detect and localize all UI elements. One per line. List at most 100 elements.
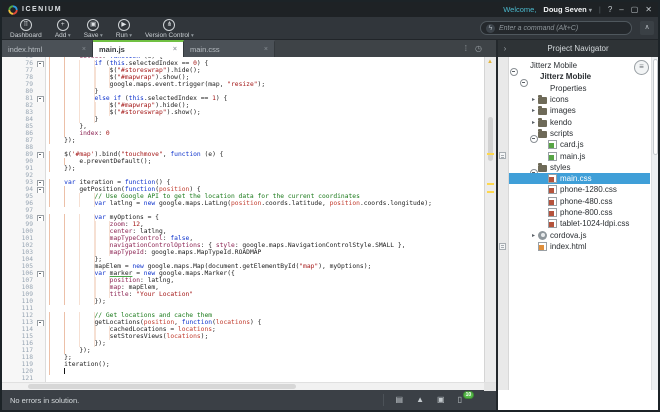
- code-line-96[interactable]: 96 var latlng = new google.maps.LatLng(p…: [2, 200, 496, 207]
- fold-marker[interactable]: [36, 60, 46, 67]
- code-line-116[interactable]: 116 });: [2, 340, 496, 347]
- code-line-115[interactable]: 115 setStoresViews(locations);: [2, 333, 496, 340]
- code-line-98[interactable]: 98 var myOptions = {: [2, 214, 496, 221]
- code-line-117[interactable]: 117 });: [2, 347, 496, 354]
- user-menu[interactable]: Doug Seven ▾: [543, 5, 591, 14]
- tree-item-phone-480.css[interactable]: phone-480.css: [509, 196, 650, 207]
- code-line-92[interactable]: 92: [2, 172, 496, 179]
- code-line-118[interactable]: 118 };: [2, 354, 496, 361]
- command-input[interactable]: ϟ Enter a command (Alt+C): [480, 21, 632, 35]
- tree-item-jitterz-mobile[interactable]: Jitterz Mobile: [509, 71, 650, 82]
- help-button[interactable]: ?: [608, 6, 612, 14]
- tree-item-properties[interactable]: Properties: [509, 83, 650, 94]
- code-line-87[interactable]: 87 });: [2, 137, 496, 144]
- device-icon[interactable]: ▯10: [458, 395, 462, 405]
- fold-marker[interactable]: [36, 186, 46, 193]
- tree-item-phone-800.css[interactable]: phone-800.css: [509, 207, 650, 218]
- code-line-104[interactable]: 104 };: [2, 256, 496, 263]
- code-line-88[interactable]: 88: [2, 144, 496, 151]
- code-line-113[interactable]: 113 getLocations(position, function(loca…: [2, 319, 496, 326]
- annotation-strip[interactable]: ▲: [484, 57, 496, 382]
- code-line-76[interactable]: 76 if (this.selectedIndex == 0) {: [2, 60, 496, 67]
- code-line-91[interactable]: 91 });: [2, 165, 496, 172]
- code-line-83[interactable]: 83 $("#storeswrap").show();: [2, 109, 496, 116]
- save-button[interactable]: ▣Save ▾: [84, 19, 103, 39]
- code-line-89[interactable]: 89 $('#map').bind("touchmove", function …: [2, 151, 496, 158]
- code-line-105[interactable]: 105 mapElem = new google.maps.Map(docume…: [2, 263, 496, 270]
- code-line-111[interactable]: 111: [2, 305, 496, 312]
- code-line-106[interactable]: 106 var marker = new google.maps.Marker(…: [2, 270, 496, 277]
- expand-node-icon[interactable]: ▸: [529, 96, 538, 103]
- tab-options-icon[interactable]: ⁞: [465, 44, 467, 53]
- code-line-103[interactable]: 103 mapTypeId: google.maps.MapTypeId.ROA…: [2, 249, 496, 256]
- tree-item-card.js[interactable]: card.js: [509, 139, 650, 150]
- code-editor[interactable]: 75 select: function (e) {76 if (this.sel…: [2, 57, 496, 382]
- code-line-97[interactable]: 97: [2, 207, 496, 214]
- build-icon[interactable]: ▣: [437, 395, 445, 405]
- tree-item-kendo[interactable]: ▸kendo: [509, 116, 650, 127]
- file-icon[interactable]: ▤: [396, 395, 404, 405]
- code-line-90[interactable]: 90 e.preventDefault();: [2, 158, 496, 165]
- code-line-112[interactable]: 112 // Get locations and cache them: [2, 312, 496, 319]
- panel-menu-button[interactable]: ≡: [634, 60, 649, 75]
- close-button[interactable]: ✕: [645, 6, 652, 14]
- tree-item-main.js[interactable]: main.js: [509, 150, 650, 161]
- tree-item-main.css[interactable]: main.css: [509, 173, 650, 184]
- fold-marker[interactable]: [36, 214, 46, 221]
- code-line-121[interactable]: 121: [2, 375, 496, 382]
- code-line-93[interactable]: 93 var iteration = function() {: [2, 179, 496, 186]
- panel-scrollbar[interactable]: [651, 57, 658, 390]
- history-icon[interactable]: ◷: [475, 44, 482, 53]
- run-button[interactable]: ▶Run ▾: [116, 19, 132, 39]
- horizontal-scrollbar-thumb[interactable]: [28, 384, 296, 389]
- code-line-100[interactable]: 100 center: latlng,: [2, 228, 496, 235]
- warning-icon[interactable]: ▲: [416, 395, 424, 405]
- tree-item-tablet-1024-ldpi.css[interactable]: tablet-1024-ldpi.css: [509, 218, 650, 229]
- code-line-95[interactable]: 95 // Use Google API to get the location…: [2, 193, 496, 200]
- code-line-81[interactable]: 81 else if (this.selectedIndex == 1) {: [2, 95, 496, 102]
- panel-scrollbar-thumb[interactable]: [653, 59, 658, 155]
- code-line-80[interactable]: 80 }: [2, 88, 496, 95]
- code-line-84[interactable]: 84 }: [2, 116, 496, 123]
- version-control-button[interactable]: ⋔Version Control ▾: [145, 19, 194, 39]
- tree-item-styles[interactable]: styles: [509, 162, 650, 173]
- code-line-109[interactable]: 109 title: "Your Location": [2, 291, 496, 298]
- fold-marker[interactable]: [36, 179, 46, 186]
- expand-node-icon[interactable]: ▸: [529, 232, 538, 239]
- tree-item-cordova.js[interactable]: ▸cordova.js: [509, 229, 650, 240]
- code-line-79[interactable]: 79 google.maps.event.trigger(map, "resiz…: [2, 81, 496, 88]
- code-line-86[interactable]: 86 index: 0: [2, 130, 496, 137]
- fold-marker[interactable]: [36, 270, 46, 277]
- tree-item-phone-1280.css[interactable]: phone-1280.css: [509, 184, 650, 195]
- tree-item-images[interactable]: ▸images: [509, 105, 650, 116]
- code-line-82[interactable]: 82 $("#mapwrap").hide();: [2, 102, 496, 109]
- code-line-114[interactable]: 114 cachedLocations = locations;: [2, 326, 496, 333]
- fold-marker[interactable]: [36, 151, 46, 158]
- code-line-119[interactable]: 119 iteration();: [2, 361, 496, 368]
- close-tab-icon[interactable]: ×: [82, 46, 86, 53]
- close-tab-icon[interactable]: ×: [264, 46, 268, 53]
- collapse-panel-icon[interactable]: ›: [498, 44, 512, 53]
- restore-button[interactable]: ▢: [631, 6, 639, 14]
- tree-item-scripts[interactable]: scripts: [509, 128, 650, 139]
- code-line-85[interactable]: 85 },: [2, 123, 496, 130]
- tree-item-jitterz-mobile[interactable]: Jitterz Mobile: [509, 60, 650, 71]
- expand-node-icon[interactable]: ▸: [529, 107, 538, 114]
- code-line-120[interactable]: 120: [2, 368, 496, 375]
- expand-node-icon[interactable]: ▸: [529, 119, 538, 126]
- code-line-77[interactable]: 77 $("#storeswrap").hide();: [2, 67, 496, 74]
- tree-item-index.html[interactable]: index.html: [509, 241, 650, 252]
- code-line-94[interactable]: 94 getPosition(function(position) {: [2, 186, 496, 193]
- horizontal-scrollbar[interactable]: [2, 382, 496, 390]
- code-line-110[interactable]: 110 });: [2, 298, 496, 305]
- collapse-toolbar-button[interactable]: ∧: [640, 21, 654, 35]
- minimize-button[interactable]: –: [619, 6, 623, 14]
- tree-item-icons[interactable]: ▸icons: [509, 94, 650, 105]
- close-tab-icon[interactable]: ×: [173, 46, 177, 53]
- tab-main.css[interactable]: main.css×: [184, 40, 275, 57]
- dashboard-button[interactable]: ⠿Dashboard: [10, 19, 42, 39]
- code-line-107[interactable]: 107 position: latlng,: [2, 277, 496, 284]
- code-line-108[interactable]: 108 map: mapElem,: [2, 284, 496, 291]
- code-line-101[interactable]: 101 mapTypeControl: false,: [2, 235, 496, 242]
- tab-main.js[interactable]: main.js×: [93, 40, 184, 57]
